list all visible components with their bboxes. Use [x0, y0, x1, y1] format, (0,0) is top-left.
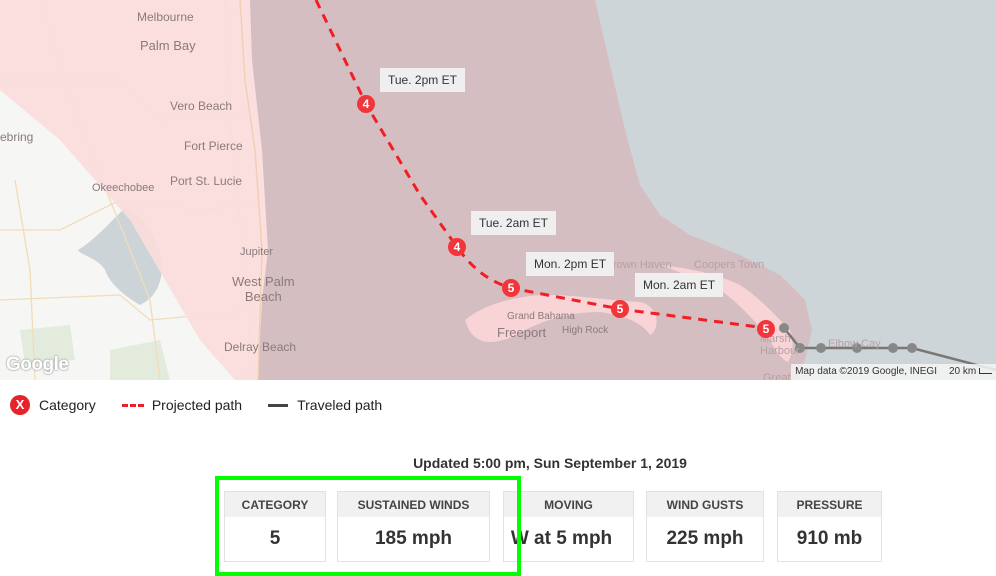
stat-label: PRESSURE: [778, 492, 881, 517]
stat-pressure: PRESSURE 910 mb: [777, 491, 882, 562]
city-label-vero-beach: Vero Beach: [170, 99, 233, 113]
map-scale[interactable]: 20 km: [949, 364, 992, 380]
stat-value: W at 5 mph: [510, 528, 613, 549]
traveled-point: [907, 343, 917, 353]
legend-category-label: Category: [39, 397, 96, 413]
city-label-coopers-town: Coopers Town: [694, 259, 765, 271]
stat-value: 225 mph: [666, 528, 744, 549]
updated-timestamp: Updated 5:00 pm, Sun September 1, 2019: [413, 455, 687, 471]
category-marker[interactable]: 5: [502, 279, 520, 297]
stat-value: 185 mph: [374, 528, 453, 549]
scale-label: 20 km: [948, 366, 977, 377]
traveled-point: [779, 323, 789, 333]
traveled-point: [816, 343, 826, 353]
stat-wind-gusts: WIND GUSTS 225 mph: [646, 491, 764, 562]
legend-projected: Projected path: [121, 397, 243, 413]
city-label-sebring: ebring: [0, 130, 34, 144]
city-label-freeport: Freeport: [497, 325, 547, 340]
city-label-delray-beach: Delray Beach: [224, 340, 297, 354]
forecast-time-label: Tue. 2pm ET: [380, 68, 465, 92]
stat-value: 910 mb: [796, 528, 863, 549]
stat-label: WIND GUSTS: [647, 492, 763, 517]
stat-label: CATEGORY: [225, 492, 325, 517]
solid-line-icon: [268, 403, 289, 407]
traveled-point: [888, 343, 898, 353]
map-legend: X Category Projected path Traveled path: [10, 395, 408, 415]
stat-label: MOVING: [504, 492, 633, 517]
stat-moving: MOVING W at 5 mph: [503, 491, 634, 562]
city-label-jupiter: Jupiter: [240, 246, 274, 258]
city-label-okeechobee: Okeechobee: [92, 182, 155, 194]
category-icon: X: [10, 395, 30, 415]
forecast-time-label: Mon. 2pm ET: [526, 252, 615, 276]
legend-category: X Category: [10, 395, 96, 415]
category-marker[interactable]: 4: [357, 95, 375, 113]
google-logo[interactable]: Google: [6, 354, 69, 376]
city-label-crown-haven: Crown Haven: [605, 259, 672, 271]
stat-category: CATEGORY 5: [224, 491, 326, 562]
map-attribution: Map data ©2019 Google, INEGI 20 km: [791, 364, 996, 380]
category-marker[interactable]: 5: [757, 320, 775, 338]
legend-traveled: Traveled path: [268, 397, 382, 413]
stat-label: SUSTAINED WINDS: [338, 492, 489, 517]
category-marker[interactable]: 5: [611, 300, 629, 318]
city-label-fort-pierce: Fort Pierce: [184, 139, 243, 153]
scale-bar-icon: [979, 368, 992, 375]
city-label-elbow-cay: Elbow Cay: [828, 338, 881, 350]
category-marker[interactable]: 4: [448, 238, 466, 256]
forecast-time-label: Mon. 2am ET: [635, 273, 724, 297]
city-label-melbourne: Melbourne: [137, 10, 194, 24]
stat-value: 5: [269, 528, 281, 549]
hurricane-map[interactable]: Melbourne Palm Bay Vero Beach ebring For…: [0, 0, 996, 380]
city-label-grand-bahama: Grand Bahama: [507, 311, 575, 322]
city-label-port-st-lucie: Port St. Lucie: [170, 174, 243, 188]
legend-traveled-label: Traveled path: [297, 397, 383, 413]
attribution-text[interactable]: Map data ©2019 Google, INEGI: [795, 364, 937, 380]
city-label-high-rock: High Rock: [562, 325, 609, 336]
legend-projected-label: Projected path: [151, 397, 243, 413]
city-label-west-palm-beach: West Palm Beach: [232, 274, 295, 304]
city-label-palm-bay: Palm Bay: [140, 38, 196, 53]
dashed-line-icon: [121, 403, 144, 407]
forecast-time-label: Tue. 2am ET: [471, 211, 556, 235]
stat-sustained-winds: SUSTAINED WINDS 185 mph: [337, 491, 490, 562]
